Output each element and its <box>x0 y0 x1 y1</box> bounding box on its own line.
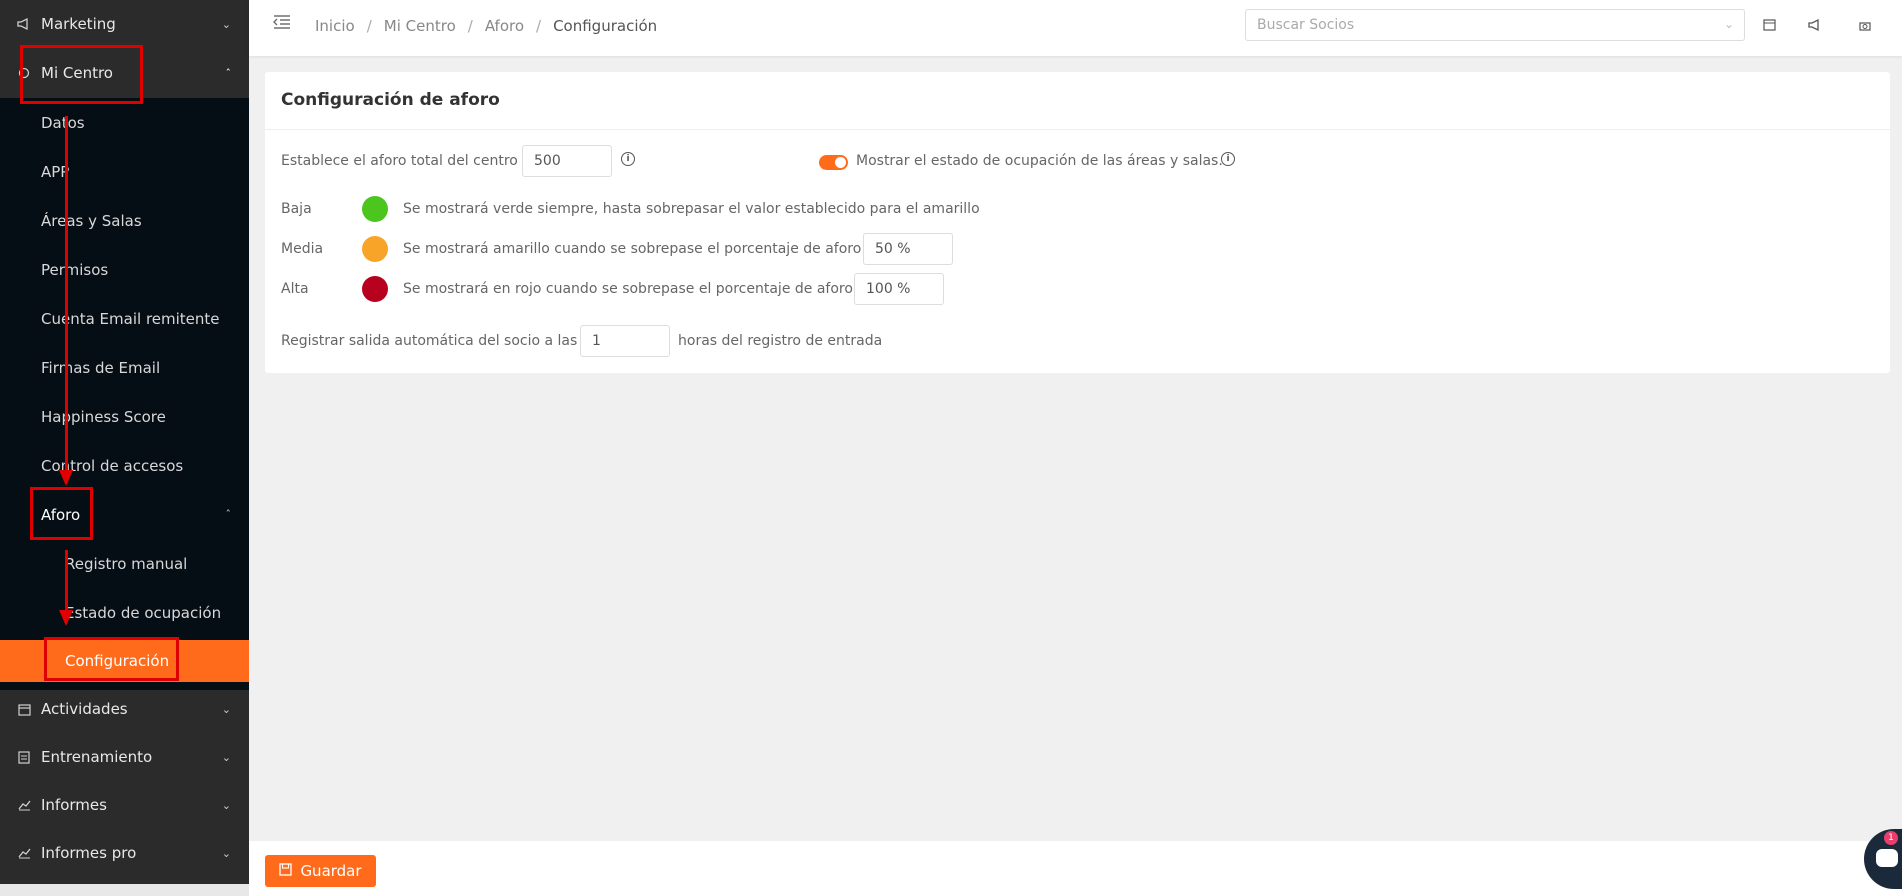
breadcrumb-separator: / <box>467 17 473 35</box>
megaphone-icon[interactable] <box>1807 17 1823 33</box>
search-placeholder: Buscar Socios <box>1257 17 1355 33</box>
level-baja-label: Baja <box>281 201 312 217</box>
sidebar-item-registro-manual[interactable]: Registro manual <box>0 539 249 588</box>
camera-icon[interactable] <box>1857 17 1873 33</box>
save-button-label: Guardar <box>300 862 362 880</box>
annotation-arrow <box>65 116 68 472</box>
auto-exit-hours-input[interactable]: 1 <box>580 325 670 357</box>
sidebar-item-control-accesos[interactable]: Control de accesos <box>0 441 249 490</box>
breadcrumb-mi-centro[interactable]: Mi Centro <box>384 17 456 35</box>
level-alta-description: Se mostrará en rojo cuando se sobrepase … <box>403 281 853 297</box>
highlight-mi-centro <box>20 45 143 104</box>
highlight-configuracion <box>44 637 179 681</box>
sidebar-item-app[interactable]: APP <box>0 147 249 196</box>
line-chart-icon <box>16 845 32 861</box>
auto-exit-label: Registrar salida automática del socio a … <box>281 333 578 349</box>
megaphone-icon <box>16 16 32 32</box>
save-button[interactable]: Guardar <box>265 855 376 887</box>
footer-bar: Guardar <box>249 841 1902 896</box>
sidebar-item-informes[interactable]: Informes ⌄ <box>0 781 249 829</box>
save-icon <box>279 862 293 880</box>
calendar-icon[interactable] <box>1761 17 1777 33</box>
sidebar-item-label: Áreas y Salas <box>41 211 142 230</box>
info-icon[interactable]: i <box>1221 152 1235 166</box>
occupancy-status-label: Mostrar el estado de ocupación de las ár… <box>856 153 1223 169</box>
yellow-status-dot <box>362 236 388 262</box>
sidebar: Marketing ⌄ Mi Centro ˆ Datos APP Áreas … <box>0 0 249 896</box>
sidebar-item-label: Estado de ocupación <box>65 603 222 622</box>
level-baja-description: Se mostrará verde siempre, hasta sobrepa… <box>403 201 980 217</box>
sidebar-item-informes-pro[interactable]: Informes pro ⌄ <box>0 829 249 877</box>
search-socios-input[interactable]: Buscar Socios ⌄ <box>1245 9 1745 41</box>
card-title: Configuración de aforo <box>281 90 500 110</box>
menu-toggle-icon[interactable] <box>273 14 291 32</box>
breadcrumb-separator: / <box>536 17 542 35</box>
breadcrumb-configuracion: Configuración <box>553 17 658 35</box>
sidebar-item-label: Entrenamiento <box>41 748 153 766</box>
alta-percentage-input[interactable]: 100 % <box>854 273 944 305</box>
chevron-down-icon: ⌄ <box>221 702 231 716</box>
red-status-dot <box>362 276 388 302</box>
chevron-down-icon: ⌄ <box>221 750 231 764</box>
chevron-down-icon: ⌄ <box>221 798 231 812</box>
topbar: Inicio / Mi Centro / Aforo / Configuraci… <box>249 0 1902 56</box>
aforo-config-card: Configuración de aforo Establece el afor… <box>265 72 1890 373</box>
breadcrumb-inicio[interactable]: Inicio <box>315 17 355 35</box>
sidebar-item-actividades[interactable]: Actividades ⌄ <box>0 685 249 733</box>
annotation-arrow <box>65 550 68 612</box>
media-percentage-input[interactable]: 50 % <box>863 233 953 265</box>
level-media-label: Media <box>281 241 324 257</box>
sidebar-item-entrenamiento[interactable]: Entrenamiento ⌄ <box>0 733 249 781</box>
info-icon[interactable]: i <box>621 152 635 166</box>
breadcrumb-aforo[interactable]: Aforo <box>485 17 524 35</box>
sidebar-bottom-strip <box>0 884 249 896</box>
breadcrumb-separator: / <box>366 17 372 35</box>
sidebar-item-permisos[interactable]: Permisos <box>0 245 249 294</box>
sidebar-item-label: Informes <box>41 796 107 814</box>
chevron-up-icon: ˆ <box>225 66 232 80</box>
chevron-down-icon: ⌄ <box>221 17 231 31</box>
sidebar-item-label: Datos <box>41 113 85 132</box>
level-alta-label: Alta <box>281 281 309 297</box>
occupancy-status-toggle[interactable] <box>819 155 848 170</box>
sidebar-item-cuenta-email[interactable]: Cuenta Email remitente <box>0 294 249 343</box>
sidebar-item-label: Happiness Score <box>41 407 166 426</box>
toggle-knob <box>835 157 846 168</box>
auto-exit-suffix-label: horas del registro de entrada <box>678 333 883 349</box>
chat-notification-badge: 1 <box>1884 831 1898 845</box>
line-chart-icon <box>16 797 32 813</box>
sidebar-item-label: Permisos <box>41 260 109 279</box>
sidebar-item-label: Firmas de Email <box>41 358 161 377</box>
sidebar-item-happiness-score[interactable]: Happiness Score <box>0 392 249 441</box>
sidebar-item-label: Marketing <box>41 15 116 33</box>
card-divider <box>265 129 1890 130</box>
chevron-up-icon: ˆ <box>225 508 232 521</box>
highlight-aforo <box>30 487 93 540</box>
total-capacity-label: Establece el aforo total del centro <box>281 153 518 169</box>
sidebar-item-label: Informes pro <box>41 844 137 862</box>
sidebar-item-estado-ocupacion[interactable]: Estado de ocupación <box>0 588 249 637</box>
annotation-arrow-head <box>59 610 73 626</box>
annotation-arrow-head <box>59 470 73 486</box>
chat-icon <box>1876 849 1898 867</box>
sidebar-item-datos[interactable]: Datos <box>0 98 249 147</box>
sidebar-item-marketing[interactable]: Marketing ⌄ <box>0 0 249 48</box>
chevron-down-icon: ⌄ <box>1723 17 1734 31</box>
breadcrumb: Inicio / Mi Centro / Aforo / Configuraci… <box>315 17 657 35</box>
sidebar-item-areas-salas[interactable]: Áreas y Salas <box>0 196 249 245</box>
level-media-description: Se mostrará amarillo cuando se sobrepase… <box>403 241 862 257</box>
clipboard-icon <box>16 749 32 765</box>
calendar-icon <box>16 701 32 717</box>
sidebar-item-label: Registro manual <box>65 554 188 573</box>
chevron-down-icon: ⌄ <box>221 846 231 860</box>
sidebar-item-firmas-email[interactable]: Firmas de Email <box>0 343 249 392</box>
green-status-dot <box>362 196 388 222</box>
sidebar-item-label: Actividades <box>41 700 128 718</box>
total-capacity-input[interactable]: 500 <box>522 145 612 177</box>
